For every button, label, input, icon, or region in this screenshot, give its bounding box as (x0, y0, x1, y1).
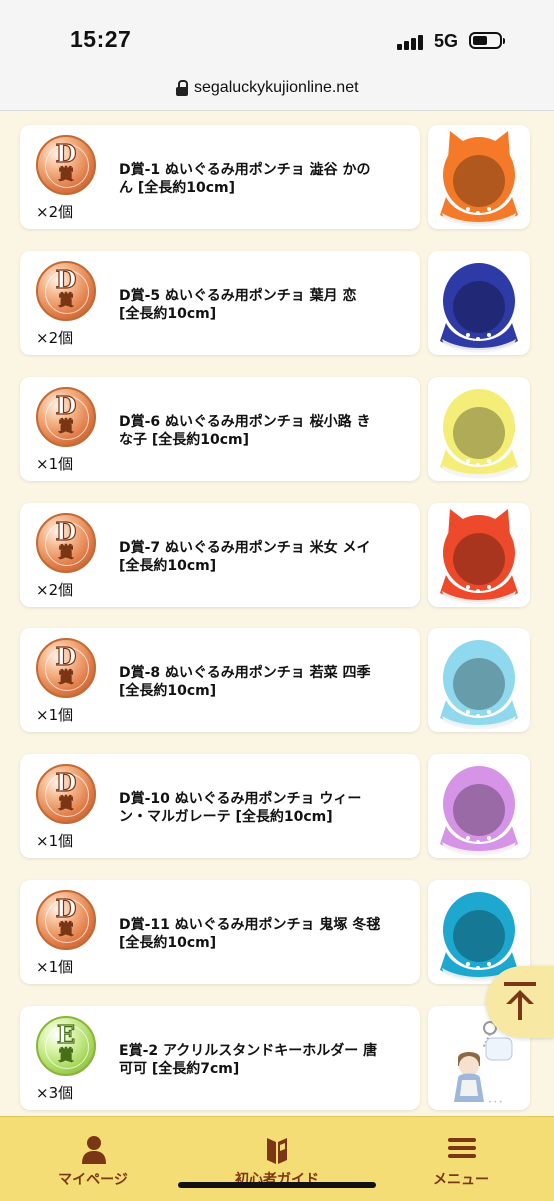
prize-title: D賞-10 ぬいぐるみ用ポンチョ ウィーン・マルガレーテ [全長約10cm] (119, 791, 362, 825)
grade-medal-icon: D賞 (36, 261, 96, 321)
prize-card[interactable]: D 賞 ×1個 D賞-11 ぬいぐるみ用ポンチョ 鬼塚 冬毬 [全長約10cm] (20, 880, 420, 984)
prize-quantity: ×1個 (36, 958, 74, 976)
hamburger-menu-icon (448, 1138, 476, 1158)
status-time: 15:27 (70, 26, 132, 52)
grade-medal-icon: D賞 (36, 387, 96, 447)
prize-row[interactable]: D 賞 ×2個 D賞-1 ぬいぐるみ用ポンチョ 澁谷 かのん [全長約10cm] (20, 125, 530, 229)
prize-row[interactable]: D 賞 ×1個 D賞-8 ぬいぐるみ用ポンチョ 若菜 四季 [全長約10cm] (20, 628, 530, 732)
prize-title: D賞-1 ぬいぐるみ用ポンチョ 澁谷 かのん [全長約10cm] (119, 162, 371, 196)
medal-grade-suffix: 賞 (58, 668, 74, 687)
medal-grade-letter: D (55, 265, 77, 294)
prize-card[interactable]: D 賞 ×1個 D賞-8 ぬいぐるみ用ポンチョ 若菜 四季 [全長約10cm] (20, 628, 420, 732)
medal-grade-suffix: 賞 (58, 543, 74, 562)
grade-medal-icon: E賞 (36, 1016, 96, 1076)
arrow-up-icon (504, 982, 536, 1020)
prize-image[interactable] (428, 125, 530, 229)
medal-grade-letter: D (55, 517, 77, 546)
grade-medal-icon: D賞 (36, 638, 96, 698)
network-type: 5G (434, 31, 459, 51)
prize-quantity: ×1個 (36, 706, 74, 724)
lock-icon (176, 80, 188, 96)
nav-item-menu[interactable]: メニュー (371, 1117, 551, 1201)
guide-book-icon (267, 1138, 287, 1164)
prize-quantity: ×2個 (36, 581, 74, 599)
prize-card[interactable]: D 賞 ×2個 D賞-5 ぬいぐるみ用ポンチョ 葉月 恋 [全長約10cm] (20, 251, 420, 355)
status-bar: 15:27 5G (0, 0, 554, 70)
prize-image[interactable] (428, 377, 530, 481)
browser-url-bar[interactable]: segaluckykujionline.net (0, 70, 554, 111)
person-icon (82, 1136, 106, 1164)
nav-label-mypage: マイページ (58, 1172, 128, 1188)
prize-image[interactable] (428, 754, 530, 858)
grade-medal-icon: D賞 (36, 890, 96, 950)
prize-image[interactable] (428, 503, 530, 607)
prize-card[interactable]: E 賞 ×3個 E賞-2 アクリルスタンドキーホルダー 唐 可可 [全長約7cm] (20, 1006, 420, 1110)
prize-quantity: ×1個 (36, 455, 74, 473)
medal-grade-suffix: 賞 (58, 165, 74, 184)
scroll-to-top-button[interactable] (486, 966, 554, 1038)
prize-title: D賞-7 ぬいぐるみ用ポンチョ 米女 メイ [全長約10cm] (119, 540, 371, 574)
prize-quantity: ×2個 (36, 203, 74, 221)
prize-row[interactable]: D 賞 ×1個 D賞-10 ぬいぐるみ用ポンチョ ウィーン・マルガレーテ [全長約10… (20, 754, 530, 858)
prize-title: D賞-11 ぬいぐるみ用ポンチョ 鬼塚 冬毬 [全長約10cm] (119, 917, 381, 951)
medal-grade-suffix: 賞 (58, 920, 74, 939)
prize-title: E賞-2 アクリルスタンドキーホルダー 唐 可可 [全長約7cm] (119, 1043, 378, 1077)
medal-grade-suffix: 賞 (58, 794, 74, 813)
medal-grade-letter: D (55, 139, 77, 168)
prize-row[interactable]: D 賞 ×1個 D賞-6 ぬいぐるみ用ポンチョ 桜小路 きな子 [全長約10cm] (20, 377, 530, 481)
grade-medal-icon: D賞 (36, 764, 96, 824)
nav-item-beginner-guide[interactable]: 初心者ガイド (187, 1117, 367, 1201)
prize-row[interactable]: E 賞 ×3個 E賞-2 アクリルスタンドキーホルダー 唐 可可 [全長約7cm] • … (20, 1006, 530, 1110)
prize-row[interactable]: D 賞 ×2個 D賞-5 ぬいぐるみ用ポンチョ 葉月 恋 [全長約10cm] (20, 251, 530, 355)
prize-card[interactable]: D 賞 ×2個 D賞-1 ぬいぐるみ用ポンチョ 澁谷 かのん [全長約10cm] (20, 125, 420, 229)
home-indicator (178, 1182, 376, 1188)
signal-strength-icon (397, 34, 427, 50)
prize-title: D賞-8 ぬいぐるみ用ポンチョ 若菜 四季 [全長約10cm] (119, 665, 371, 699)
prize-quantity: ×1個 (36, 832, 74, 850)
medal-grade-letter: D (55, 894, 77, 923)
prize-image[interactable] (428, 251, 530, 355)
medal-grade-suffix: 賞 (58, 291, 74, 310)
prize-list: D 賞 ×2個 D賞-1 ぬいぐるみ用ポンチョ 澁谷 かのん [全長約10cm] D 賞 ×… (0, 110, 554, 1116)
battery-icon (469, 32, 505, 49)
prize-card[interactable]: D 賞 ×1個 D賞-6 ぬいぐるみ用ポンチョ 桜小路 きな子 [全長約10cm] (20, 377, 420, 481)
svg-text:• • •: • • • (488, 1099, 502, 1106)
prize-quantity: ×2個 (36, 329, 74, 347)
medal-grade-letter: D (55, 768, 77, 797)
prize-image[interactable] (428, 628, 530, 732)
prize-title: D賞-6 ぬいぐるみ用ポンチョ 桜小路 きな子 [全長約10cm] (119, 414, 371, 448)
medal-grade-suffix: 賞 (58, 417, 74, 436)
prize-row[interactable]: D 賞 ×1個 D賞-11 ぬいぐるみ用ポンチョ 鬼塚 冬毬 [全長約10cm] (20, 880, 530, 984)
medal-grade-letter: D (55, 642, 77, 671)
prize-quantity: ×3個 (36, 1084, 74, 1102)
url-text[interactable]: segaluckykujionline.net (194, 79, 359, 97)
prize-card[interactable]: D 賞 ×1個 D賞-10 ぬいぐるみ用ポンチョ ウィーン・マルガレーテ [全長約10… (20, 754, 420, 858)
grade-medal-icon: D賞 (36, 135, 96, 195)
medal-grade-suffix: 賞 (58, 1046, 74, 1065)
prize-title: D賞-5 ぬいぐるみ用ポンチョ 葉月 恋 [全長約10cm] (119, 288, 357, 322)
medal-grade-letter: D (55, 391, 77, 420)
bottom-navigation: マイページ 初心者ガイド メニュー (0, 1116, 554, 1201)
nav-item-mypage[interactable]: マイページ (3, 1117, 183, 1201)
prize-row[interactable]: D 賞 ×2個 D賞-7 ぬいぐるみ用ポンチョ 米女 メイ [全長約10cm] (20, 503, 530, 607)
nav-label-menu: メニュー (433, 1172, 489, 1188)
grade-medal-icon: D賞 (36, 513, 96, 573)
medal-grade-letter: E (56, 1020, 76, 1049)
prize-card[interactable]: D 賞 ×2個 D賞-7 ぬいぐるみ用ポンチョ 米女 メイ [全長約10cm] (20, 503, 420, 607)
